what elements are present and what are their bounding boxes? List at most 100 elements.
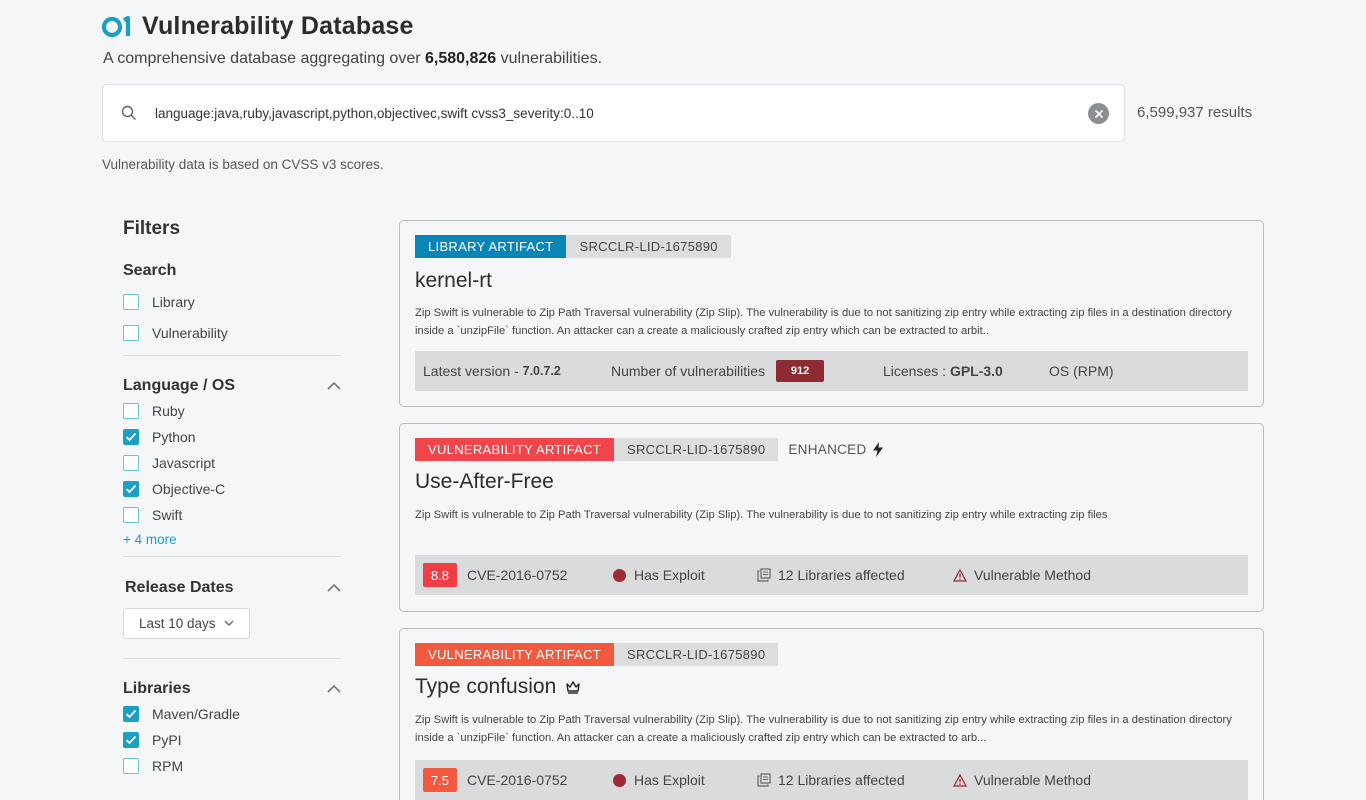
result-card[interactable]: LIBRARY ARTIFACT SRCCLR-LID-1675890 kern… (399, 220, 1264, 407)
enhanced-label: ENHANCED (788, 442, 883, 457)
checkbox[interactable] (123, 481, 139, 497)
divider (123, 355, 341, 356)
cve-id[interactable]: CVE-2016-0752 (467, 567, 567, 583)
card-title[interactable]: Type confusion (415, 675, 581, 699)
filter-option[interactable]: Swift (123, 502, 343, 528)
filter-option[interactable]: Vulnerability (123, 317, 343, 348)
libraries-icon (757, 773, 771, 787)
check-icon (125, 709, 137, 719)
result-card[interactable]: VULNERABILITY ARTIFACT SRCCLR-LID-167589… (399, 423, 1264, 612)
logo-icon (102, 15, 132, 39)
page-title: Vulnerability Database (142, 12, 414, 40)
lightning-icon (872, 442, 883, 457)
filter-option-label: Maven/Gradle (152, 706, 240, 722)
os-type: OS (RPM) (1049, 363, 1114, 379)
libraries-affected[interactable]: 12 Libraries affected (757, 567, 905, 583)
exploit-dot-icon (613, 773, 626, 787)
release-dates-title[interactable]: Release Dates (123, 579, 343, 597)
artifact-type-tag: VULNERABILITY ARTIFACT (415, 438, 615, 461)
checkbox[interactable] (123, 706, 139, 722)
cvss-note: Vulnerability data is based on CVSS v3 s… (102, 157, 384, 172)
checkbox[interactable] (123, 732, 139, 748)
artifact-id-tag: SRCCLR-LID-1675890 (566, 235, 731, 258)
card-title[interactable]: kernel-rt (415, 269, 492, 293)
checkbox[interactable] (123, 758, 139, 774)
filter-option-label: Swift (152, 507, 183, 523)
filter-option[interactable]: Maven/Gradle (123, 701, 343, 727)
filter-option-label: Vulnerability (152, 324, 228, 341)
filter-option-label: Library (152, 293, 195, 310)
filter-option[interactable]: Library (123, 286, 343, 317)
info-bar: Latest version - 7.0.7.2 Number of vulne… (415, 351, 1248, 391)
language-filter-title[interactable]: Language / OS (123, 377, 343, 395)
vulnerability-count-badge: 912 (776, 360, 825, 382)
filter-option-label: PyPI (152, 732, 182, 748)
results-count: 6,599,937 results (1137, 104, 1253, 121)
more-languages-link[interactable]: + 4 more (123, 532, 343, 547)
divider (123, 556, 341, 557)
search-icon (121, 105, 137, 126)
latest-version: Latest version - 7.0.7.2 (423, 363, 561, 379)
checkbox[interactable] (123, 507, 139, 523)
vulnerable-method: Vulnerable Method (953, 567, 1091, 583)
check-icon (125, 735, 137, 745)
clear-search-icon[interactable] (1088, 103, 1109, 124)
search-input[interactable] (155, 85, 1075, 141)
filter-option[interactable]: PyPI (123, 727, 343, 753)
card-title[interactable]: Use-After-Free (415, 470, 554, 494)
page-header: Vulnerability Database (102, 12, 414, 41)
chevron-up-icon[interactable] (325, 683, 343, 695)
checkbox[interactable] (123, 455, 139, 471)
filter-option[interactable]: Ruby (123, 398, 343, 424)
filter-option[interactable]: Objective-C (123, 476, 343, 502)
has-exploit: Has Exploit (613, 772, 705, 788)
artifact-id-tag: SRCCLR-LID-1675890 (614, 643, 779, 666)
tag-row: VULNERABILITY ARTIFACT SRCCLR-LID-167589… (415, 643, 779, 666)
cve-id[interactable]: CVE-2016-0752 (467, 772, 567, 788)
page-subtitle: A comprehensive database aggregating ove… (103, 50, 603, 67)
severity-score: 7.5 (423, 768, 457, 792)
info-bar: 7.5 CVE-2016-0752 Has Exploit 12 Librari… (415, 760, 1248, 800)
artifact-id-tag: SRCCLR-LID-1675890 (614, 438, 779, 461)
chevron-up-icon[interactable] (325, 380, 343, 392)
checkbox[interactable] (123, 293, 139, 310)
result-card[interactable]: VULNERABILITY ARTIFACT SRCCLR-LID-167589… (399, 628, 1264, 800)
card-description: Zip Swift is vulnerable to Zip Path Trav… (415, 509, 1108, 521)
vulnerable-method: Vulnerable Method (953, 772, 1091, 788)
chevron-up-icon[interactable] (325, 582, 343, 594)
licenses: Licenses : GPL-3.0 (883, 363, 1003, 379)
checkbox[interactable] (123, 324, 139, 341)
filter-option-label: Objective-C (152, 481, 226, 497)
filter-option-label: Python (152, 429, 196, 445)
filter-option[interactable]: RPM (123, 753, 343, 779)
info-bar: 8.8 CVE-2016-0752 Has Exploit 12 Librari… (415, 555, 1248, 595)
check-icon (125, 484, 137, 494)
libraries-filter-title[interactable]: Libraries (123, 680, 343, 698)
filter-option-label: RPM (152, 758, 184, 774)
search-box[interactable] (102, 84, 1125, 142)
artifact-type-tag: LIBRARY ARTIFACT (415, 235, 567, 258)
warning-icon (953, 773, 967, 787)
filter-option-label: Ruby (152, 403, 185, 419)
divider (123, 658, 341, 659)
artifact-type-tag: VULNERABILITY ARTIFACT (415, 643, 615, 666)
warning-icon (953, 568, 967, 582)
card-description: Zip Swift is vulnerable to Zip Path Trav… (415, 714, 1232, 744)
crown-icon (566, 681, 580, 694)
filter-option[interactable]: Javascript (123, 450, 343, 476)
search-filter-title: Search (123, 262, 177, 279)
checkbox[interactable] (123, 403, 139, 419)
severity-score: 8.8 (423, 563, 457, 587)
release-dates-dropdown[interactable]: Last 10 days (123, 608, 250, 639)
filters-sidebar: Filters Search Library Vulnerability Lang… (123, 218, 343, 779)
tag-row: LIBRARY ARTIFACT SRCCLR-LID-1675890 (415, 235, 731, 258)
has-exploit: Has Exploit (613, 567, 705, 583)
checkbox[interactable] (123, 429, 139, 445)
chevron-down-icon (224, 620, 234, 626)
filter-option-label: Javascript (152, 455, 216, 471)
exploit-dot-icon (613, 568, 626, 582)
tag-row: VULNERABILITY ARTIFACT SRCCLR-LID-167589… (415, 438, 884, 461)
libraries-affected[interactable]: 12 Libraries affected (757, 772, 905, 788)
check-icon (125, 432, 137, 442)
filter-option[interactable]: Python (123, 424, 343, 450)
